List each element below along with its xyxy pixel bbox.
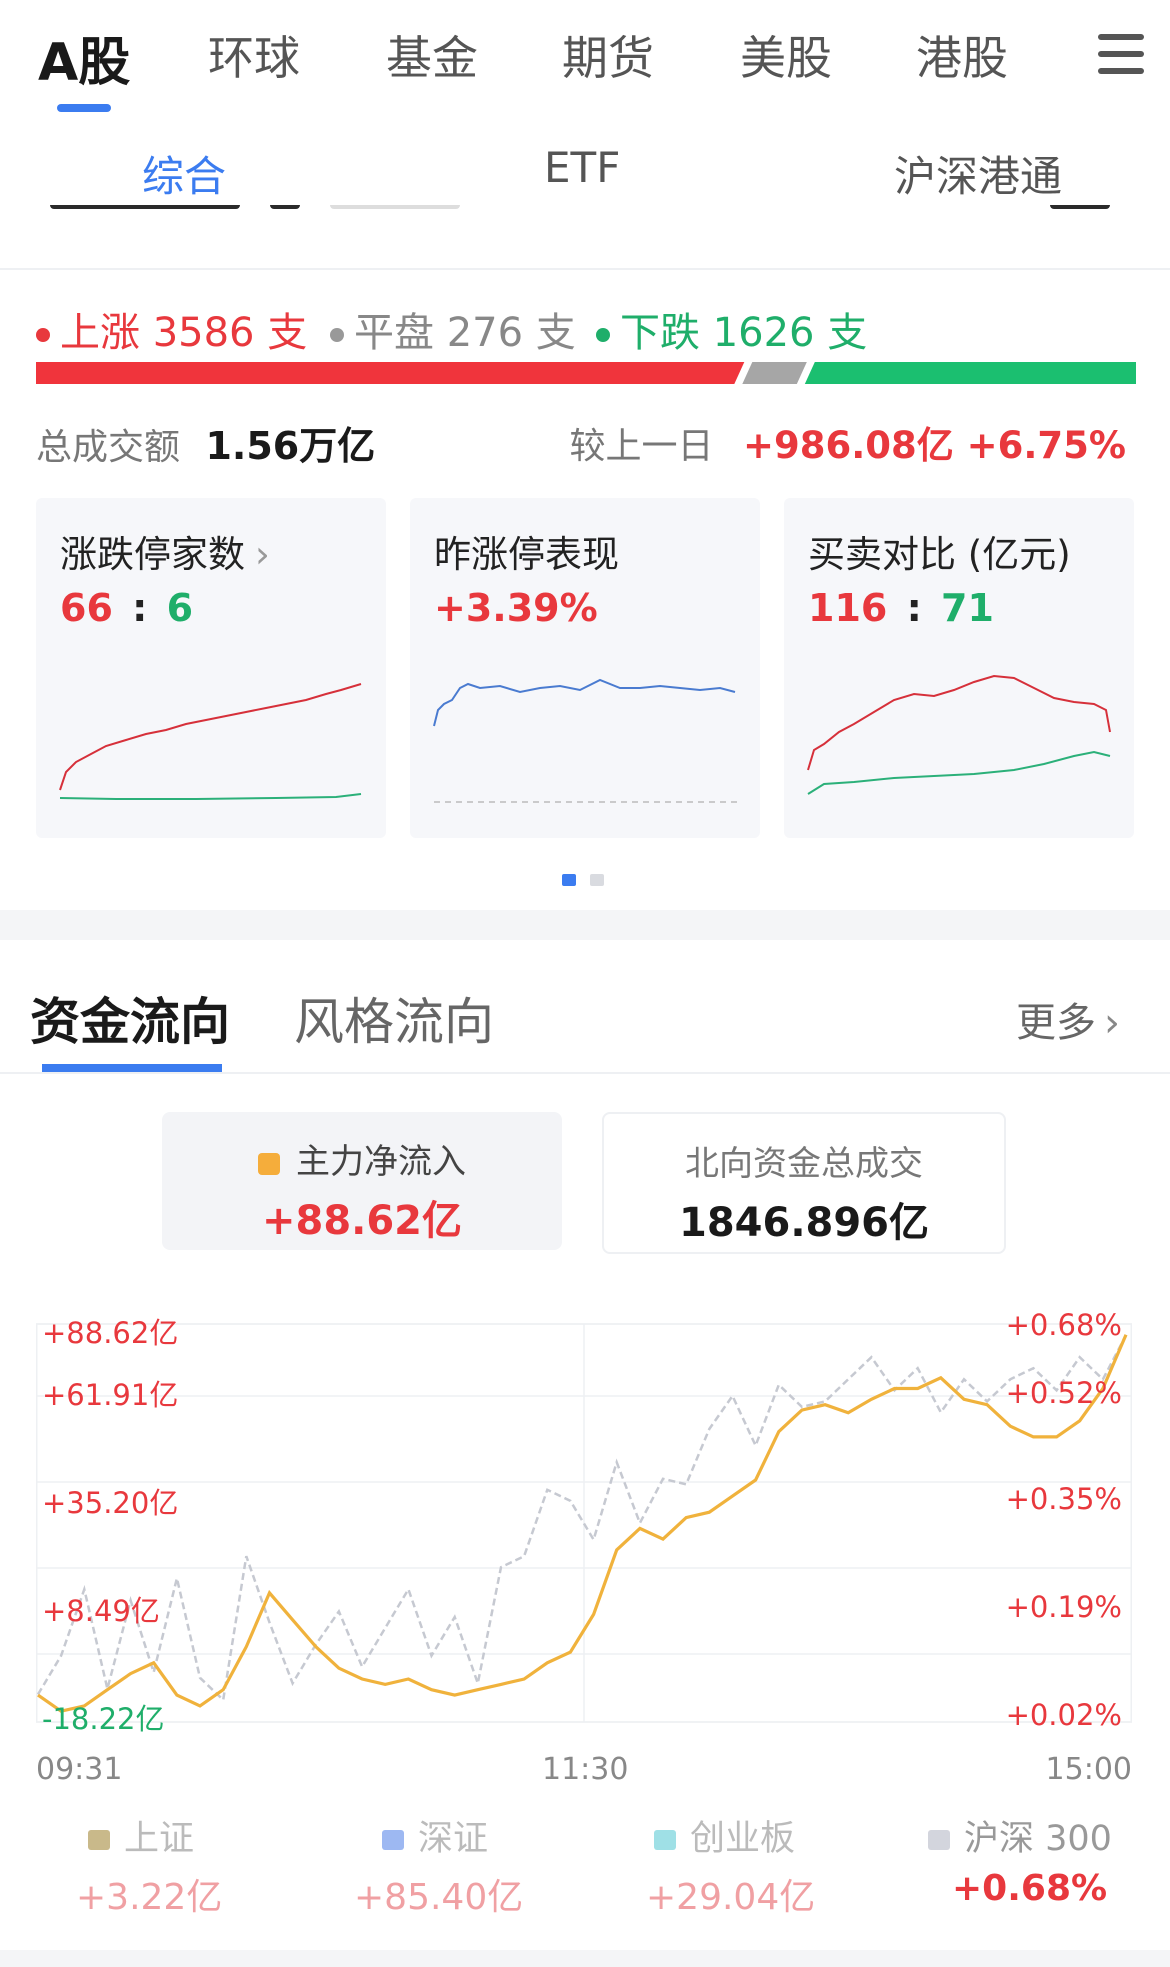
legend-swatch (382, 1830, 404, 1850)
chevron-right-icon: › (255, 533, 270, 576)
divider (0, 1072, 1170, 1074)
tab-us-stocks[interactable]: 美股 (740, 22, 832, 88)
legend-value-hs300: +0.68% (952, 1868, 1108, 1909)
y-tick-left-2: +35.20亿 (42, 1486, 179, 1520)
y-tick-left-3: +8.49亿 (42, 1594, 160, 1628)
hs300-line (36, 1334, 1128, 1703)
breadth-bar-down (804, 362, 1136, 384)
advancers-count: 上涨 3586 支 (36, 300, 307, 358)
card-title: 买卖对比 (亿元) (808, 533, 1071, 576)
tab-futures[interactable]: 期货 (562, 22, 654, 88)
active-tab-indicator (42, 1064, 222, 1072)
y-tick-right-1: +0.52% (1005, 1376, 1122, 1410)
fund-flow-tabs: 资金流向 风格流向 更多 › (0, 940, 1170, 1072)
x-tick-midday: 11:30 (542, 1752, 629, 1787)
x-tick-close: 15:00 (1045, 1752, 1132, 1787)
northbound-value: 1846.896亿 (678, 1200, 930, 1246)
compare-label: 较上一日 (569, 426, 714, 467)
legend-value-shanghai: +3.22亿 (76, 1877, 223, 1918)
decliners-count: 下跌 1626 支 (596, 300, 867, 358)
buy-sell-card[interactable]: 买卖对比 (亿元) 116 : 71 (784, 498, 1134, 838)
down-dot-icon (596, 328, 610, 342)
fund-flow-chart (36, 1323, 1132, 1723)
bottom-gap (0, 1950, 1170, 1967)
tab-funds[interactable]: 基金 (386, 22, 478, 88)
active-tab-indicator (57, 104, 111, 112)
subtab-connect[interactable]: 沪深港通 (894, 143, 1062, 204)
legend-swatch (928, 1830, 950, 1850)
pager-dot-active[interactable] (562, 874, 576, 886)
subtab-overview[interactable]: 综合 (142, 143, 226, 204)
flat-dot-icon (330, 328, 344, 342)
more-link[interactable]: 更多 › (1016, 990, 1120, 1048)
northbound-label: 北向资金总成交 (685, 1144, 923, 1184)
y-tick-right-4: +0.02% (1005, 1698, 1122, 1732)
x-tick-open: 09:31 (36, 1752, 123, 1787)
limit-sparkline (59, 683, 362, 800)
legend-swatch (654, 1830, 676, 1850)
y-tick-left-0: +88.62亿 (42, 1316, 179, 1350)
legend-swatch (88, 1830, 110, 1850)
legend-shenzhen[interactable]: 深证 (382, 1810, 488, 1861)
card-title: 涨跌停家数 › (60, 533, 270, 576)
prev-limit-sparkline (433, 678, 740, 803)
main-inflow-box[interactable]: 主力净流入 +88.62亿 (162, 1112, 562, 1250)
menu-icon[interactable] (1098, 34, 1144, 74)
flat-count: 平盘 276 支 (330, 300, 576, 358)
main-inflow-value: +88.62亿 (261, 1198, 463, 1244)
tab-global[interactable]: 环球 (208, 22, 300, 88)
y-tick-right-3: +0.19% (1005, 1590, 1122, 1624)
compare-value: +986.08亿 +6.75% (742, 424, 1126, 467)
chart-grid (36, 1323, 1132, 1723)
limit-up-down-card[interactable]: 涨跌停家数 › 66 : 6 (36, 498, 386, 838)
chevron-right-icon: › (1104, 1000, 1120, 1046)
section-gap (0, 910, 1170, 940)
main-inflow-label: 主力净流入 (162, 1134, 562, 1183)
scrolled-header-remnant (40, 205, 1140, 227)
legend-shanghai[interactable]: 上证 (88, 1810, 194, 1861)
subtab-etf[interactable]: ETF (544, 143, 620, 192)
legend-chinext[interactable]: 创业板 (654, 1810, 795, 1861)
tab-hk-stocks[interactable]: 港股 (916, 22, 1008, 88)
y-tick-left-4: -18.22亿 (42, 1702, 165, 1736)
tab-style-flow[interactable]: 风格流向 (294, 982, 494, 1054)
legend-hs300[interactable]: 沪深 300 (928, 1810, 1112, 1861)
tab-a-shares[interactable]: A股 (38, 20, 130, 95)
orange-square-icon (258, 1153, 280, 1175)
y-tick-right-0: +0.68% (1005, 1308, 1122, 1342)
breadth-bar (36, 362, 1136, 384)
buy-sell-sparkline (807, 674, 1111, 795)
market-nav: A股 环球 基金 期货 美股 港股 (0, 0, 1170, 115)
turnover-value: 1.56万亿 (205, 424, 376, 468)
y-tick-right-2: +0.35% (1005, 1482, 1122, 1516)
prev-limit-up-card[interactable]: 昨涨停表现 +3.39% (410, 498, 760, 838)
legend-value-shenzhen: +85.40亿 (354, 1877, 524, 1918)
pager-dot[interactable] (590, 874, 604, 886)
turnover: 总成交额 1.56万亿 (36, 415, 375, 470)
turnover-compare: 较上一日 +986.08亿 +6.75% (570, 415, 1127, 469)
divider (0, 268, 1170, 270)
legend-value-chinext: +29.04亿 (646, 1877, 816, 1918)
limit-ratio: 66 : 6 (60, 586, 194, 630)
prev-limit-up-value: +3.39% (434, 586, 598, 630)
tab-capital-flow[interactable]: 资金流向 (30, 982, 230, 1054)
up-dot-icon (36, 328, 50, 342)
northbound-box[interactable]: 北向资金总成交 1846.896亿 (602, 1112, 1006, 1254)
card-title: 昨涨停表现 (434, 533, 619, 576)
turnover-label: 总成交额 (36, 427, 181, 468)
buy-sell-ratio: 116 : 71 (808, 586, 994, 630)
breadth-bar-up (36, 362, 745, 384)
y-tick-left-1: +61.91亿 (42, 1378, 179, 1412)
breadth-bar-flat (742, 362, 807, 384)
